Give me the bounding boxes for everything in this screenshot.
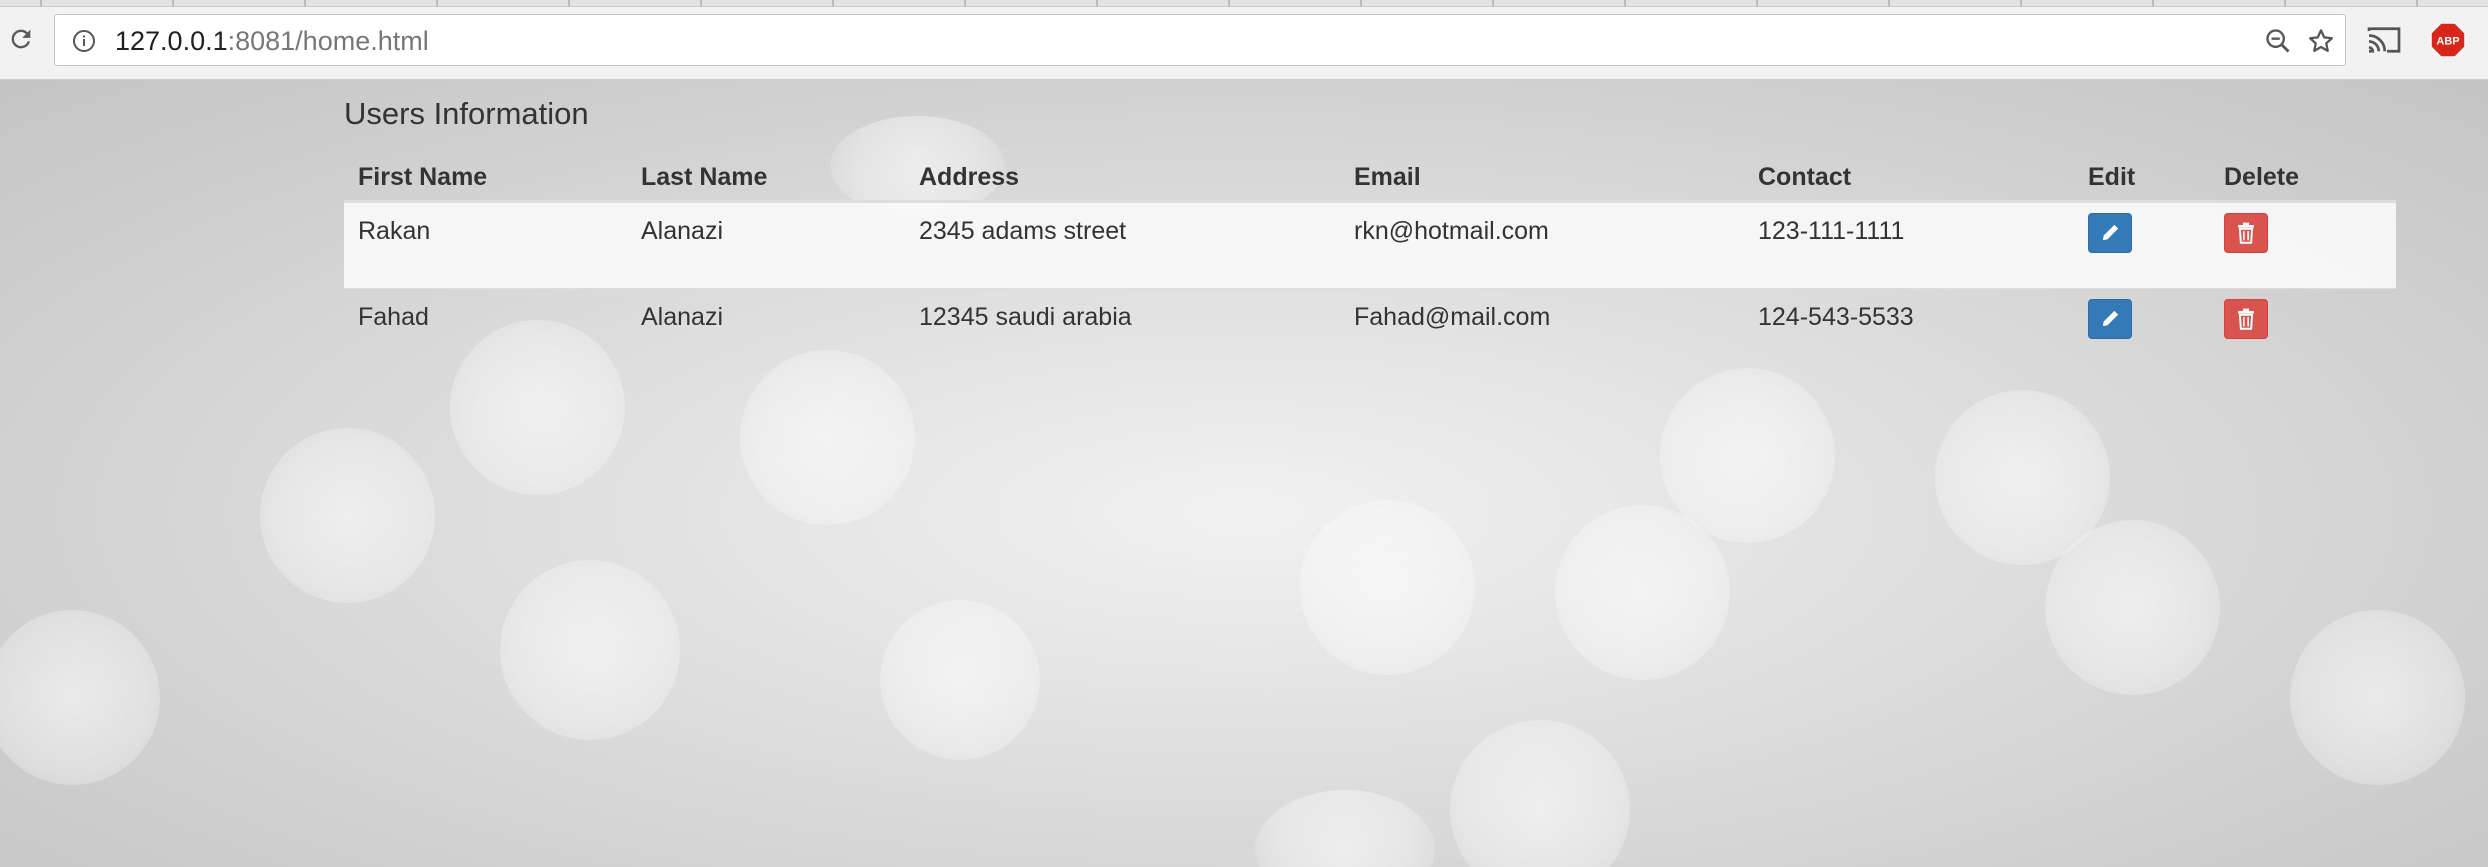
reload-icon[interactable] xyxy=(4,22,38,56)
edit-button[interactable] xyxy=(2088,299,2132,339)
users-table: First Name Last Name Address Email Conta… xyxy=(344,146,2396,374)
header-address: Address xyxy=(905,146,1340,203)
zoom-out-icon[interactable] xyxy=(2263,26,2293,56)
url-path: :8081/home.html xyxy=(227,26,429,56)
adblock-plus-icon[interactable]: ABP xyxy=(2430,22,2466,58)
cell-contact: 124-543-5533 xyxy=(1744,288,2074,374)
cast-icon[interactable] xyxy=(2364,22,2404,58)
cell-first-name: Fahad xyxy=(344,288,627,374)
cell-delete xyxy=(2210,288,2396,374)
cell-first-name: Rakan xyxy=(344,201,627,289)
page-title: Users Information xyxy=(344,96,589,131)
cell-email: rkn@hotmail.com xyxy=(1340,201,1744,289)
cell-edit xyxy=(2074,201,2210,289)
header-contact: Contact xyxy=(1744,146,2074,203)
tab-strip xyxy=(0,0,2488,7)
adblock-label: ABP xyxy=(2436,36,2459,48)
header-email: Email xyxy=(1340,146,1744,203)
trash-icon xyxy=(2238,308,2254,330)
header-delete: Delete xyxy=(2210,146,2396,203)
cell-edit xyxy=(2074,288,2210,374)
header-first-name: First Name xyxy=(344,146,627,203)
address-bar[interactable]: 127.0.0.1:8081/home.html xyxy=(54,14,2346,66)
star-icon[interactable] xyxy=(2305,25,2337,57)
trash-icon xyxy=(2238,222,2254,244)
table-row: Rakan Alanazi 2345 adams street rkn@hotm… xyxy=(344,201,2396,289)
edit-button[interactable] xyxy=(2088,213,2132,253)
cell-email: Fahad@mail.com xyxy=(1340,288,1744,374)
table-row: Fahad Alanazi 12345 saudi arabia Fahad@m… xyxy=(344,288,2396,374)
header-last-name: Last Name xyxy=(627,146,905,203)
cell-delete xyxy=(2210,201,2396,289)
pencil-icon xyxy=(2103,224,2119,240)
cell-address: 2345 adams street xyxy=(905,201,1340,289)
cell-address: 12345 saudi arabia xyxy=(905,288,1340,374)
header-edit: Edit xyxy=(2074,146,2210,203)
table-header-row: First Name Last Name Address Email Conta… xyxy=(344,146,2396,203)
cell-last-name: Alanazi xyxy=(627,201,905,289)
page-content: Users Information First Name Last Name A… xyxy=(0,80,2488,867)
browser-toolbar: 127.0.0.1:8081/home.html ABP xyxy=(0,0,2488,80)
cell-contact: 123-111-1111 xyxy=(1744,201,2074,289)
url-text[interactable]: 127.0.0.1:8081/home.html xyxy=(115,25,429,57)
cell-last-name: Alanazi xyxy=(627,288,905,374)
info-icon[interactable] xyxy=(71,28,97,54)
url-host: 127.0.0.1 xyxy=(115,26,228,56)
delete-button[interactable] xyxy=(2224,299,2268,339)
delete-button[interactable] xyxy=(2224,213,2268,253)
pencil-icon xyxy=(2103,310,2119,326)
